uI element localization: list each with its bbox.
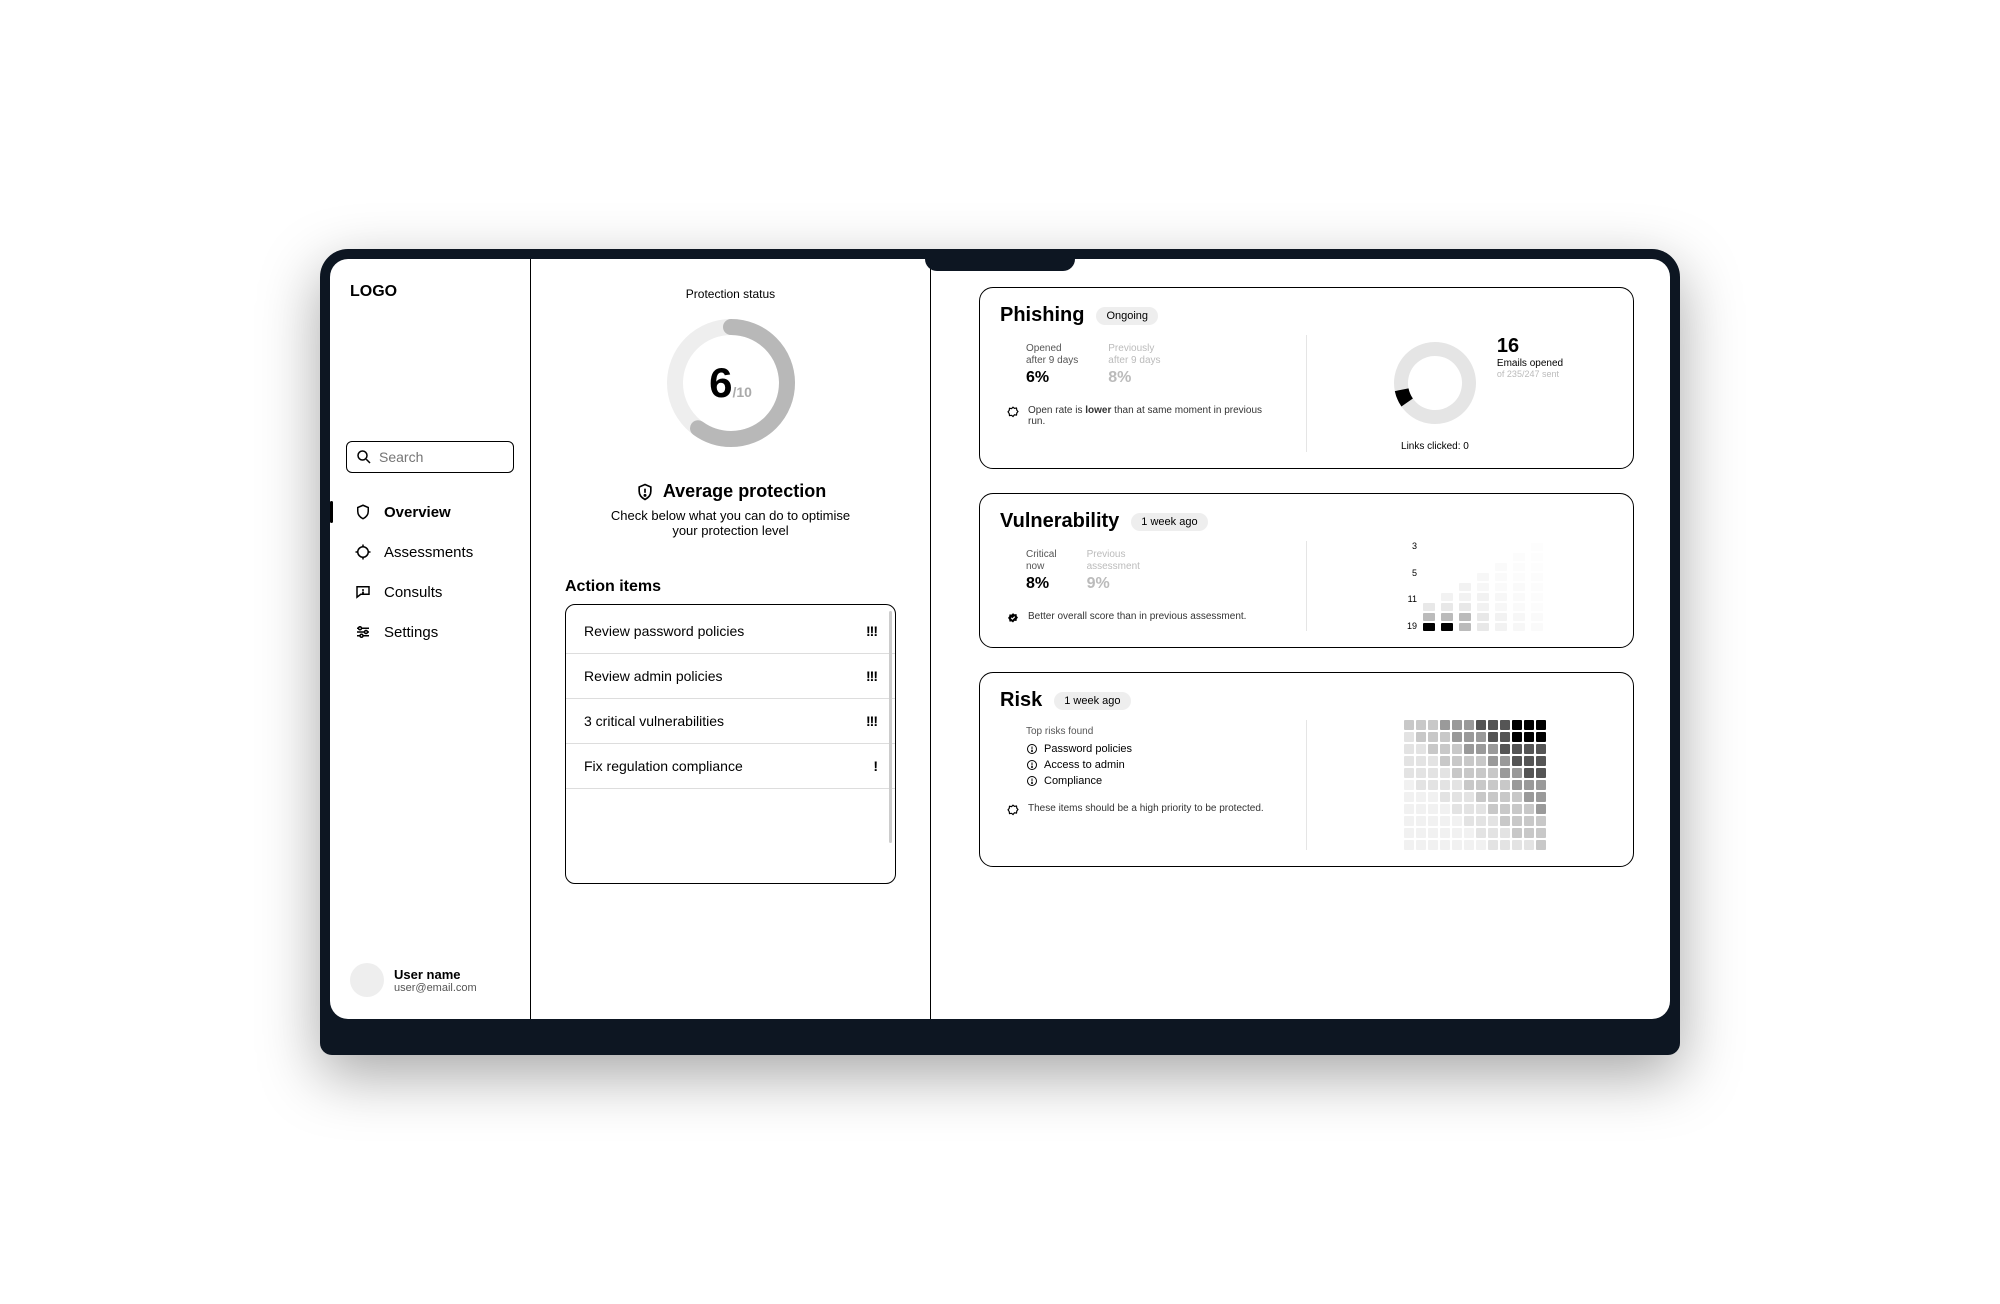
protection-status-title-row: Average protection bbox=[635, 481, 826, 502]
user-name: User name bbox=[394, 967, 477, 982]
laptop-frame: LOGO Overview Assessments Consults bbox=[320, 249, 1680, 1055]
action-item-label: 3 critical vulnerabilities bbox=[584, 713, 724, 729]
avatar bbox=[350, 963, 384, 997]
action-item-label: Review admin policies bbox=[584, 668, 723, 684]
phishing-count: 16 bbox=[1497, 335, 1563, 358]
action-items-title: Action items bbox=[565, 578, 661, 596]
badge-check-icon bbox=[1006, 406, 1020, 420]
shield-icon bbox=[354, 503, 372, 521]
vuln-bar-chart bbox=[1423, 541, 1543, 631]
metric-value: 8% bbox=[1026, 575, 1057, 593]
nav: Overview Assessments Consults Settings bbox=[346, 493, 514, 651]
metric-value: 6% bbox=[1026, 369, 1078, 387]
metric-value: 8% bbox=[1108, 369, 1160, 387]
metric-label: Critical now bbox=[1026, 549, 1057, 573]
vulnerability-card[interactable]: Vulnerability 1 week ago Critical now 8% bbox=[979, 493, 1634, 648]
risk-list: Password policies Access to admin Compli… bbox=[1000, 741, 1276, 789]
user-text: User name user@email.com bbox=[394, 967, 477, 994]
main: Protection status 6/10 Average protectio… bbox=[530, 259, 1670, 1019]
cards-column: Phishing Ongoing Opened after 9 days 6% bbox=[931, 259, 1670, 1019]
phishing-donut bbox=[1387, 335, 1483, 431]
vuln-axis-labels: 3 5 11 19 bbox=[1407, 541, 1417, 631]
badge-icon bbox=[1006, 804, 1020, 818]
vulnerability-badge: 1 week ago bbox=[1131, 513, 1207, 531]
phishing-opened-metric: Opened after 9 days 6% bbox=[1026, 343, 1078, 387]
nav-settings[interactable]: Settings bbox=[346, 613, 514, 651]
search-icon bbox=[355, 448, 373, 466]
phishing-links-clicked: Links clicked: 0 bbox=[1401, 441, 1469, 452]
action-item-severity: !!! bbox=[866, 713, 877, 729]
risk-list-item: Access to admin bbox=[1026, 757, 1276, 773]
action-item[interactable]: Review password policies !!! bbox=[566, 609, 895, 654]
action-item-severity: !!! bbox=[866, 623, 877, 639]
laptop-notch bbox=[925, 249, 1075, 271]
action-item-severity: ! bbox=[873, 758, 877, 774]
badge-check-filled-icon bbox=[1006, 612, 1020, 626]
protection-status-title: Average protection bbox=[663, 481, 826, 502]
phishing-count-label: Emails opened bbox=[1497, 358, 1563, 369]
protection-status-desc: Check below what you can do to optimise … bbox=[611, 508, 851, 538]
user-email: user@email.com bbox=[394, 982, 477, 994]
nav-assessments[interactable]: Assessments bbox=[346, 533, 514, 571]
metric-label: Previously after 9 days bbox=[1108, 343, 1160, 367]
phishing-count-sub: of 235/247 sent bbox=[1497, 369, 1563, 379]
risk-list-item: Password policies bbox=[1026, 741, 1276, 757]
phishing-badge: Ongoing bbox=[1096, 307, 1158, 325]
metric-label: Previous assessment bbox=[1087, 549, 1140, 573]
phishing-prev-metric: Previously after 9 days 8% bbox=[1108, 343, 1160, 387]
vuln-prev-metric: Previous assessment 9% bbox=[1087, 549, 1140, 593]
vuln-critical-metric: Critical now 8% bbox=[1026, 549, 1057, 593]
phishing-title: Phishing bbox=[1000, 304, 1084, 327]
nav-consults[interactable]: Consults bbox=[346, 573, 514, 611]
action-item-label: Fix regulation compliance bbox=[584, 758, 743, 774]
phishing-card[interactable]: Phishing Ongoing Opened after 9 days 6% bbox=[979, 287, 1634, 469]
action-item[interactable]: 3 critical vulnerabilities !!! bbox=[566, 699, 895, 744]
nav-consults-label: Consults bbox=[384, 584, 442, 601]
sidebar: LOGO Overview Assessments Consults bbox=[330, 259, 530, 1019]
risk-heatmap bbox=[1404, 720, 1546, 850]
user-block[interactable]: User name user@email.com bbox=[346, 957, 514, 1003]
shield-alert-icon bbox=[635, 482, 655, 502]
nav-overview[interactable]: Overview bbox=[346, 493, 514, 531]
alert-circle-icon bbox=[1026, 759, 1038, 771]
nav-assessments-label: Assessments bbox=[384, 544, 473, 561]
metric-label: Opened after 9 days bbox=[1026, 343, 1078, 367]
logo: LOGO bbox=[346, 283, 514, 301]
action-item-label: Review password policies bbox=[584, 623, 744, 639]
alert-circle-icon bbox=[1026, 775, 1038, 787]
vulnerability-title: Vulnerability bbox=[1000, 510, 1119, 533]
nav-settings-label: Settings bbox=[384, 624, 438, 641]
action-item[interactable]: Review admin policies !!! bbox=[566, 654, 895, 699]
search-field[interactable] bbox=[379, 449, 505, 465]
donut-icon bbox=[1368, 316, 1502, 450]
gauge-outof: /10 bbox=[732, 384, 751, 400]
nav-overview-label: Overview bbox=[384, 504, 451, 521]
gauge-score: 6 bbox=[709, 359, 732, 406]
risk-badge: 1 week ago bbox=[1054, 692, 1130, 710]
action-item[interactable]: Fix regulation compliance ! bbox=[566, 744, 895, 789]
vuln-insight: Better overall score than in previous as… bbox=[1000, 611, 1276, 626]
search-input[interactable] bbox=[346, 441, 514, 473]
phishing-stats: 16 Emails opened of 235/247 sent bbox=[1497, 335, 1563, 379]
sliders-icon bbox=[354, 623, 372, 641]
action-items-box[interactable]: Review password policies !!! Review admi… bbox=[565, 604, 896, 884]
target-icon bbox=[354, 543, 372, 561]
alert-circle-icon bbox=[1026, 743, 1038, 755]
risk-title: Risk bbox=[1000, 689, 1042, 712]
protection-column: Protection status 6/10 Average protectio… bbox=[531, 259, 931, 1019]
risk-card[interactable]: Risk 1 week ago Top risks found Password… bbox=[979, 672, 1634, 867]
metric-value: 9% bbox=[1087, 575, 1140, 593]
risk-top-label: Top risks found bbox=[1000, 726, 1276, 737]
action-item-severity: !!! bbox=[866, 668, 877, 684]
chat-icon bbox=[354, 583, 372, 601]
protection-gauge: 6/10 bbox=[661, 313, 801, 453]
phishing-insight: Open rate is lower than at same moment i… bbox=[1000, 405, 1276, 427]
app-screen: LOGO Overview Assessments Consults bbox=[330, 259, 1670, 1019]
risk-insight: These items should be a high priority to… bbox=[1000, 803, 1276, 818]
risk-list-item: Compliance bbox=[1026, 773, 1276, 789]
gauge-value: 6/10 bbox=[709, 359, 752, 407]
protection-status-label: Protection status bbox=[686, 287, 775, 301]
